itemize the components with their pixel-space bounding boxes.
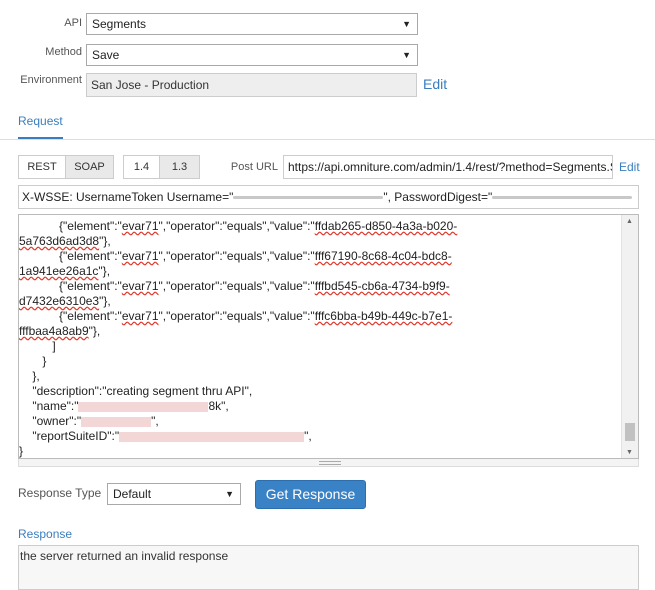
code-line: 1a941ee26a1c"}, [19, 264, 111, 278]
response-section-label: Response [18, 527, 73, 541]
editor-resize-handle[interactable] [18, 459, 639, 467]
response-type-label: Response Type [18, 486, 102, 500]
method-select-value: Save [92, 48, 120, 62]
environment-label: Environment [20, 74, 82, 86]
version-1-4-toggle[interactable]: 1.4 [123, 155, 160, 179]
headers-mid: ", PasswordDigest=" [383, 190, 493, 204]
resize-grip-icon [319, 461, 341, 465]
redacted-username [233, 196, 384, 200]
method-select[interactable]: Save ▼ [86, 44, 418, 66]
redacted-digest [492, 196, 633, 200]
tab-request[interactable]: Request [18, 114, 63, 128]
redacted-report-suite [119, 431, 305, 442]
response-type-select[interactable]: Default ▼ [107, 483, 241, 505]
tab-divider [0, 139, 655, 140]
get-response-button[interactable]: Get Response [255, 480, 366, 509]
soap-toggle[interactable]: SOAP [65, 155, 114, 179]
api-select-value: Segments [92, 17, 147, 31]
request-body-editor[interactable]: {"element":"evar71","operator":"equals",… [18, 214, 639, 459]
dropdown-arrow-icon: ▼ [225, 489, 234, 499]
api-label: API [64, 17, 82, 29]
code-line: "reportSuiteID":" ", [19, 429, 312, 443]
code-line: {"element":"evar71","operator":"equals",… [19, 219, 458, 233]
code-line: } [19, 354, 47, 368]
code-line: } [19, 444, 24, 458]
dropdown-arrow-icon: ▼ [402, 19, 411, 29]
headers-input[interactable]: X-WSSE: UsernameToken Username=" ", Passw… [18, 185, 639, 209]
api-select[interactable]: Segments ▼ [86, 13, 418, 35]
headers-prefix: X-WSSE: UsernameToken Username=" [22, 190, 234, 204]
dropdown-arrow-icon: ▼ [402, 50, 411, 60]
post-url-input[interactable]: https://api.omniture.com/admin/1.4/rest/… [283, 155, 613, 179]
code-line: {"element":"evar71","operator":"equals",… [19, 279, 450, 293]
redacted-name [78, 401, 209, 412]
code-line: fffbaa4a8ab9"}, [19, 324, 101, 338]
code-line: d7432e6310e3"}, [19, 294, 111, 308]
post-url-label: Post URL [230, 161, 278, 173]
scrollbar-thumb[interactable] [625, 423, 635, 441]
scroll-down-arrow-icon[interactable]: ▼ [626, 449, 633, 456]
response-output[interactable]: the server returned an invalid response [18, 545, 639, 590]
code-line: "description":"creating segment thru API… [19, 384, 253, 398]
environment-field: San Jose - Production [86, 73, 417, 97]
version-1-3-toggle[interactable]: 1.3 [159, 155, 200, 179]
code-line: {"element":"evar71","operator":"equals",… [19, 309, 453, 323]
code-line: 5a763d6ad3d8"}, [19, 234, 111, 248]
rest-toggle[interactable]: REST [18, 155, 66, 179]
post-url-edit-link[interactable]: Edit [619, 160, 640, 174]
scroll-up-arrow-icon[interactable]: ▲ [626, 218, 633, 225]
code-line: }, [19, 369, 40, 383]
code-line: "owner":" ", [19, 414, 159, 428]
environment-edit-link[interactable]: Edit [423, 76, 447, 92]
redacted-owner [81, 416, 152, 427]
code-line: {"element":"evar71","operator":"equals",… [19, 249, 452, 263]
code-line: "name":" 8k", [19, 399, 229, 413]
response-type-value: Default [113, 487, 152, 501]
editor-scrollbar[interactable]: ▲ ▼ [621, 215, 638, 458]
method-label: Method [45, 46, 82, 58]
code-line: ] [19, 339, 56, 353]
